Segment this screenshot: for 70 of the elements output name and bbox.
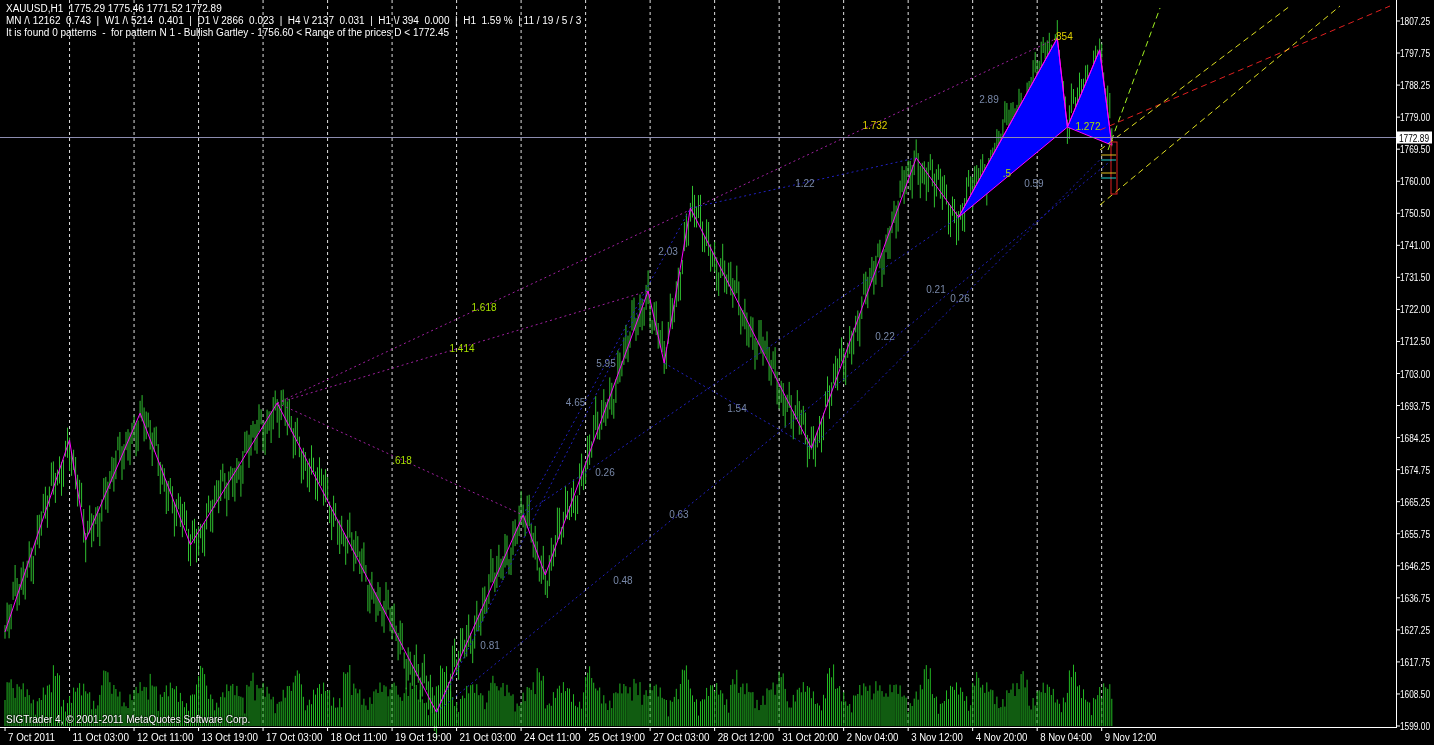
price-axis-label: 1807.25 [1400, 16, 1434, 27]
price-axis-label: 1693.75 [1400, 400, 1434, 412]
level-line [1100, 159, 1117, 161]
current-price-tag: 1772.89 [1397, 131, 1434, 144]
price-axis-label: 1636.75 [1400, 592, 1434, 604]
price-axis-label: 1617.75 [1400, 656, 1434, 668]
time-axis-label: 11 Oct 03:00 [72, 732, 130, 743]
quote-line: XAUUSD,H1 1775.29 1775.46 1771.52 1772.89 [6, 3, 223, 15]
ratio-label: 1.414 [449, 342, 475, 354]
time-axis-label: 7 Oct 2011 [8, 732, 57, 743]
time-axis-label: 17 Oct 03:00 [266, 732, 324, 743]
level-line [1100, 172, 1117, 174]
price-axis-label: 1769.50 [1400, 144, 1434, 156]
price-axis-label: 1731.50 [1400, 272, 1434, 284]
ratio-label: 0.22 [875, 331, 895, 343]
ratio-label: 0.63 [669, 509, 689, 521]
stats-line: MN /\ 12162 0.743 | W1 /\ 5214 0.401 | D1 \/ 2866 0.023 | H4 \/ 2137 0.031 | H1 \/ 394 0.000 | H1 1.59 % | 11 / 19 / 5 / 3 [6, 15, 582, 27]
ratio-label: .618 [392, 454, 412, 466]
time-axis-label: 18 Oct 11:00 [330, 732, 388, 743]
time-axis-label: 24 Oct 11:00 [524, 732, 581, 743]
price-axis-label: 1779.00 [1400, 112, 1434, 124]
time-axis-label: 13 Oct 19:00 [201, 732, 259, 743]
price-axis-label: 1797.75 [1400, 48, 1434, 60]
time-axis-label: 25 Oct 19:00 [588, 732, 646, 743]
ratio-label: .5 [1002, 167, 1012, 179]
ratio-label: 1.22 [795, 178, 815, 190]
ratio-label: 1.54 [727, 403, 747, 415]
price-axis-label: 1760.00 [1400, 176, 1434, 188]
ratio-label: 0.26 [595, 467, 615, 479]
ratio-label: 0.59 [1024, 178, 1044, 190]
price-axis-label: 1712.50 [1400, 336, 1434, 348]
price-axis-label: 1646.25 [1400, 560, 1434, 572]
price-axis-label: 1703.00 [1400, 368, 1434, 380]
price-axis-label: 1750.50 [1400, 208, 1434, 220]
time-axis-label: 9 Nov 12:00 [1104, 732, 1159, 743]
time-axis-label: 8 Nov 04:00 [1040, 732, 1095, 743]
time-axis-label: 19 Oct 19:00 [395, 732, 453, 743]
price-axis-label: 1741.00 [1400, 240, 1434, 252]
level-line [1100, 177, 1117, 179]
price-axis-label: 1608.50 [1400, 688, 1434, 700]
time-axis-label: 27 Oct 03:00 [653, 732, 711, 743]
price-axis-label: 1665.25 [1400, 496, 1434, 508]
price-axis-label: 1655.75 [1400, 528, 1434, 540]
price-axis-label: 1674.75 [1400, 464, 1434, 476]
target-zone [1110, 141, 1118, 195]
price-axis-label: 1599.00 [1400, 721, 1434, 732]
time-axis-label: 21 Oct 03:00 [459, 732, 517, 743]
price-axis-label: 1684.25 [1400, 432, 1434, 444]
time-axis-label: 12 Oct 11:00 [137, 732, 194, 743]
time-axis-label: 4 Nov 20:00 [975, 732, 1030, 743]
price-axis-label: 1722.00 [1400, 304, 1434, 316]
ratio-label: 0.81 [480, 640, 500, 652]
ratio-label: 4.65 [565, 397, 586, 409]
pattern-message: It is found 0 patterns - for pattern N 1 - Bullish Gartley - 1756.60 < Range of the prices D < 1772.45 [6, 27, 451, 39]
ratio-label: 1.272 [1075, 121, 1101, 133]
price-axis-label: 1788.25 [1400, 80, 1434, 92]
ratio-label: 1.618 [471, 301, 497, 313]
time-axis-label: 2 Nov 04:00 [846, 732, 901, 743]
time-axis-label: 31 Oct 20:00 [782, 732, 840, 743]
time-axis-label: 3 Nov 12:00 [911, 732, 966, 743]
ratio-label: 0.26 [950, 292, 970, 304]
time-axis-label: 28 Oct 12:00 [717, 732, 775, 743]
ratio-label: 2.89 [979, 94, 999, 106]
price-axis-label: 1627.25 [1400, 624, 1434, 636]
ratio-label: 1.732 [862, 119, 888, 131]
ratio-label: 0.21 [926, 284, 946, 295]
ratio-label: 5.95 [596, 358, 616, 370]
ratio-label: 0.48 [613, 575, 633, 587]
level-line [1100, 154, 1117, 156]
ratio-label: 2.03 [658, 246, 678, 258]
